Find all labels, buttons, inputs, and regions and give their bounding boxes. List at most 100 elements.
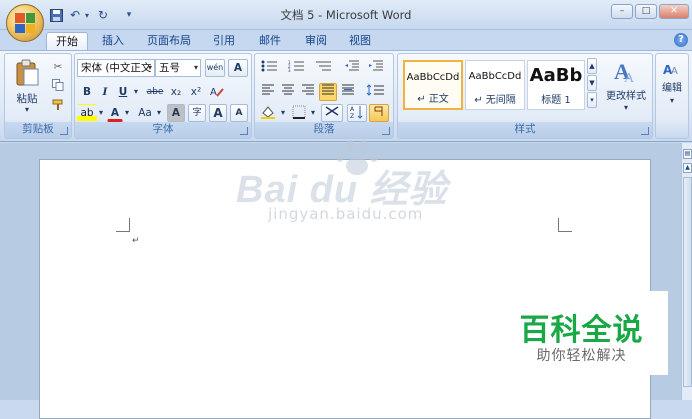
office-button[interactable] [6,4,44,42]
style-sample: AaBbCcDd [468,71,522,82]
font-dialog-launcher[interactable]: . [240,127,248,135]
highlight-dropdown-icon[interactable]: ▾ [97,104,105,122]
scroll-up-icon[interactable]: ▲ [683,163,692,173]
bullets-icon[interactable] [258,59,282,77]
clipboard-dialog-launcher[interactable]: . [60,127,68,135]
style-name: ↵ 正文 [417,94,449,105]
multilevel-list-icon[interactable] [312,59,336,77]
tab-references[interactable]: 引用 [206,32,242,50]
top-left-margin-mark [116,218,130,232]
grow-font-button[interactable]: A [209,104,227,122]
svg-text:A: A [350,106,355,113]
styles-more-icon[interactable]: ▾ [587,92,597,108]
restore-button[interactable]: □ [635,4,657,19]
numbering-icon[interactable]: 123 [285,59,309,77]
style-sample: AaBbCcDd [406,72,460,83]
decrease-indent-icon[interactable] [341,59,363,77]
redo-icon[interactable]: ↻ [96,7,110,23]
change-styles-dropdown-icon: ▾ [623,103,628,112]
save-icon[interactable] [48,7,64,23]
sort-icon[interactable]: AZ [347,104,367,122]
tab-review[interactable]: 审阅 [298,32,334,50]
superscript-button[interactable]: x² [187,83,205,101]
tab-insert[interactable]: 插入 [95,32,131,50]
ribbon: 粘贴 ▾ ✂ 剪贴板 . 宋体 (中文正文▾ 五号 ▾ wén A B I U ▾… [0,50,692,142]
paste-icon [16,59,39,86]
change-case-dropdown-icon[interactable]: ▾ [155,104,163,122]
vertical-scrollbar[interactable]: ▤ ▲ [681,143,692,400]
subscript-button[interactable]: x₂ [167,83,185,101]
distributed-icon[interactable] [339,83,357,101]
tab-view[interactable]: 视图 [342,32,378,50]
tab-home[interactable]: 开始 [46,32,88,50]
customize-quick-access-icon[interactable]: ▾ [124,7,134,23]
styles-scroll-down-icon[interactable]: ▼ [587,75,597,91]
editing-dropdown-icon: ▾ [669,96,674,105]
underline-dropdown-icon[interactable]: ▾ [131,83,141,101]
copy-icon[interactable] [49,78,67,94]
badge-title: 百科全说 [519,313,644,348]
undo-dropdown-icon[interactable]: ▾ [82,7,92,23]
styles-scroll-up-icon[interactable]: ▲ [587,58,597,74]
style-tile-normal[interactable]: AaBbCcDd ↵ 正文 [403,60,463,110]
help-icon[interactable]: ? [674,33,688,47]
shading-dropdown-icon[interactable]: ▾ [279,104,287,122]
borders-icon[interactable] [289,104,309,122]
change-styles-label: 更改样式 [606,91,646,102]
change-case-button[interactable]: Aa [135,104,155,122]
justify-icon[interactable] [319,83,337,101]
phonetic-guide-button[interactable]: wén [205,59,225,77]
align-right-icon[interactable] [299,83,317,101]
ruler-toggle-icon[interactable]: ▤ [683,149,692,159]
top-right-margin-mark [558,218,572,232]
paragraph-group: 123 ▾ ▾ A Z 段落 [254,53,394,139]
line-spacing-icon[interactable] [363,83,389,101]
tab-page-layout[interactable]: 页面布局 [142,32,196,50]
svg-text:3: 3 [288,68,291,72]
enclose-characters-button[interactable]: 字 [188,104,206,122]
cut-icon[interactable]: ✂ [49,58,67,74]
svg-text:Z: Z [350,113,354,119]
font-size-dropdown-icon: ▾ [193,63,198,72]
underline-button[interactable]: U [115,83,131,101]
editing-button[interactable]: AA 编辑 ▾ [658,56,686,110]
character-shading-button[interactable]: A [167,104,185,122]
chinese-layout-icon[interactable] [321,104,343,122]
strikethrough-button[interactable]: abe [145,83,165,101]
ribbon-tab-row: 开始 插入 页面布局 引用 邮件 审阅 视图 [0,30,692,50]
undo-icon[interactable]: ↶ [68,7,82,23]
font-size-value: 五号 [159,62,180,74]
format-painter-icon[interactable] [49,98,67,114]
style-tile-no-spacing[interactable]: AaBbCcDd ↵ 无间隔 [465,60,525,110]
paragraph-dialog-launcher[interactable]: . [382,127,390,135]
align-center-icon[interactable] [279,83,297,101]
shading-icon[interactable] [257,104,279,122]
clipboard-group: 粘贴 ▾ ✂ 剪贴板 . [4,53,72,139]
tab-mailings[interactable]: 邮件 [252,32,288,50]
font-name-combobox[interactable]: 宋体 (中文正文 ▾ [77,59,155,77]
align-left-icon[interactable] [259,83,277,101]
paragraph-mark: ↵ [132,236,140,246]
minimize-button[interactable]: – [611,4,633,19]
highlight-button[interactable]: ab [77,104,97,122]
font-color-button[interactable]: A [107,104,123,122]
style-tile-heading-1[interactable]: AaBb 标题 1 [527,60,585,110]
clear-formatting-icon[interactable]: A [207,83,227,101]
italic-button[interactable]: I [97,83,113,101]
font-size-combobox[interactable]: 五号 ▾ [155,59,201,77]
style-name: ↵ 无间隔 [474,95,516,106]
borders-dropdown-icon[interactable]: ▾ [309,104,317,122]
font-color-dropdown-icon[interactable]: ▾ [123,104,131,122]
styles-dialog-launcher[interactable]: . [641,127,649,135]
change-styles-button[interactable]: AA 更改样式 ▾ [602,56,650,118]
paste-button[interactable]: 粘贴 ▾ [9,56,45,114]
paste-label: 粘贴 [16,93,38,105]
show-hide-marks-icon[interactable] [369,104,389,122]
shrink-font-button[interactable]: A [230,104,248,122]
increase-indent-icon[interactable] [365,59,387,77]
close-button[interactable]: ✕ [659,4,689,19]
bold-button[interactable]: B [79,83,95,101]
character-border-button[interactable]: A [228,59,248,77]
scroll-thumb[interactable] [683,177,692,387]
styles-group: AaBbCcDd ↵ 正文 AaBbCcDd ↵ 无间隔 AaBb 标题 1 ▲… [397,53,653,139]
